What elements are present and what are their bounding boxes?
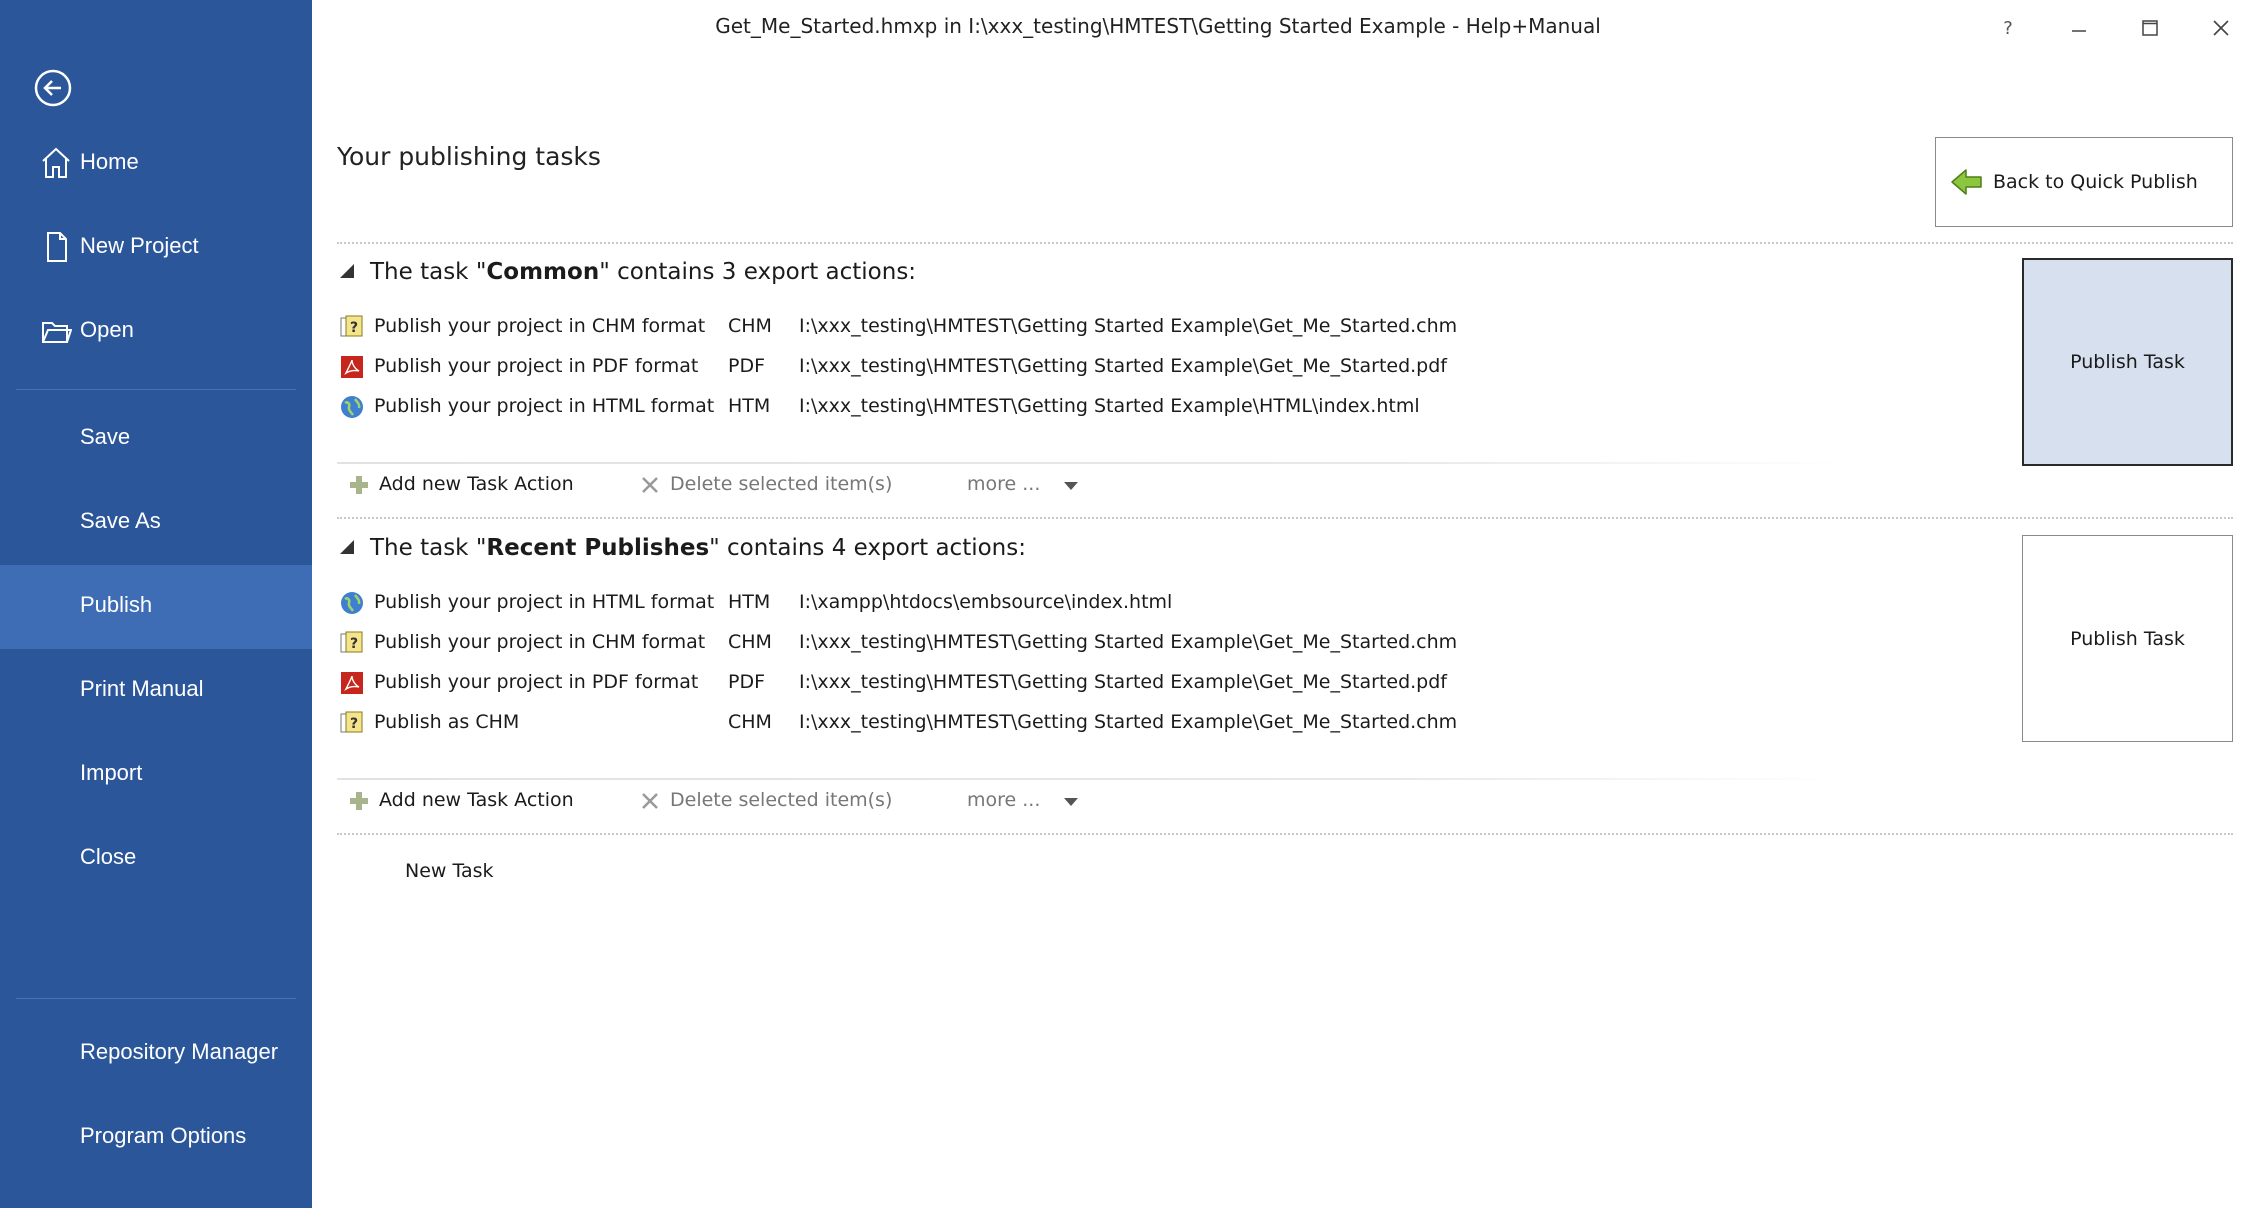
toolbar-divider [337,462,1847,464]
globe-icon [340,395,364,419]
help-button[interactable]: ? [1980,8,2036,48]
sidebar-item-label: Save [80,424,131,449]
sidebar-item-publish[interactable]: Publish [0,565,312,649]
document-icon [40,230,72,264]
help-icon: ? [2003,17,2013,39]
task-action-row[interactable]: ? Publish your project in CHM format CHM… [340,309,1457,345]
sidebar-item-open[interactable]: Open [0,290,312,374]
publish-task-button-common[interactable]: Publish Task [2022,258,2233,466]
back-arrow-circle-icon[interactable] [33,68,73,108]
sidebar-item-label: Program Options [80,1123,247,1148]
sidebar-item-label: Repository Manager [80,1039,279,1064]
minimize-icon [2072,30,2086,32]
sidebar-item-label: Open [80,317,134,342]
plus-icon [349,791,369,811]
close-icon [2213,20,2229,36]
sidebar-item-label: Home [80,149,139,174]
sidebar-item-save[interactable]: Save [0,397,312,481]
more-dropdown[interactable]: more ... [967,473,1078,495]
globe-icon [340,591,364,615]
title-bar: Get_Me_Started.hmxp in I:\xxx_testing\HM… [312,0,2258,56]
section-divider [337,517,2233,519]
sidebar-item-home[interactable]: Home [0,122,312,206]
maximize-button[interactable] [2122,8,2178,48]
delete-x-icon [640,475,660,495]
task-action-row[interactable]: Publish your project in PDF format PDF I… [340,349,1447,385]
plus-icon [349,475,369,495]
section-divider [337,833,2233,835]
task-header-common: The task "Common" contains 3 export acti… [340,259,916,285]
backstage-sidebar: Home New Project Open Save Save As Publi… [0,0,312,1208]
green-back-arrow-icon [1950,167,1984,197]
sidebar-item-label: Print Manual [80,676,204,701]
task-action-row[interactable]: ? Publish your project in CHM format CHM… [340,625,1457,661]
task-action-row[interactable]: Publish your project in HTML format HTM … [340,585,1440,621]
window-title: Get_Me_Started.hmxp in I:\xxx_testing\HM… [715,14,1601,38]
chevron-down-icon [1064,798,1078,806]
sidebar-item-label: Save As [80,508,161,533]
section-divider [337,242,2233,244]
sidebar-item-label: Close [80,844,137,869]
collapse-triangle-icon[interactable] [340,264,354,278]
sidebar-item-program-options[interactable]: Program Options [0,1096,312,1180]
sidebar-item-import[interactable]: Import [0,733,312,817]
chm-help-icon: ? [340,711,364,735]
pdf-icon [340,671,364,695]
delete-x-icon [640,791,660,811]
svg-text:?: ? [350,636,358,652]
toolbar-divider [337,778,1847,780]
task-action-row[interactable]: Publish your project in HTML format HTM … [340,389,1440,425]
minimize-button[interactable] [2051,8,2107,48]
sidebar-divider [16,389,296,390]
sidebar-item-label: Import [80,760,143,785]
back-to-quick-publish-button[interactable]: Back to Quick Publish [1935,137,2233,227]
svg-text:?: ? [350,320,358,336]
chm-help-icon: ? [340,315,364,339]
sidebar-item-label: New Project [80,233,199,258]
svg-text:?: ? [350,716,358,732]
task-action-row[interactable]: Publish your project in PDF format PDF I… [340,665,1447,701]
sidebar-item-print-manual[interactable]: Print Manual [0,649,312,733]
sidebar-item-close[interactable]: Close [0,817,312,901]
chm-help-icon: ? [340,631,364,655]
task-action-row[interactable]: ? Publish as CHM CHM I:\xxx_testing\HMTE… [340,705,1457,741]
task-name: Common [486,259,600,285]
pdf-icon [340,355,364,379]
new-task-button[interactable]: New Task [405,860,494,882]
close-window-button[interactable] [2193,8,2249,48]
task-name: Recent Publishes [486,535,710,561]
publish-task-button-recent-publishes[interactable]: Publish Task [2022,535,2233,742]
sidebar-item-new-project[interactable]: New Project [0,206,312,290]
page-title: Your publishing tasks [337,142,601,171]
sidebar-item-label: Publish [80,592,153,617]
sidebar-item-save-as[interactable]: Save As [0,481,312,565]
chevron-down-icon [1064,482,1078,490]
folder-icon [40,314,73,348]
back-to-quick-publish-label: Back to Quick Publish [1993,171,2198,193]
home-icon [40,146,72,180]
sidebar-divider [16,998,296,999]
sidebar-item-repository-manager[interactable]: Repository Manager [0,1012,312,1096]
collapse-triangle-icon[interactable] [340,540,354,554]
task-header-recent-publishes: The task "Recent Publishes" contains 4 e… [340,535,1026,561]
maximize-icon [2142,20,2158,36]
more-dropdown[interactable]: more ... [967,789,1078,811]
